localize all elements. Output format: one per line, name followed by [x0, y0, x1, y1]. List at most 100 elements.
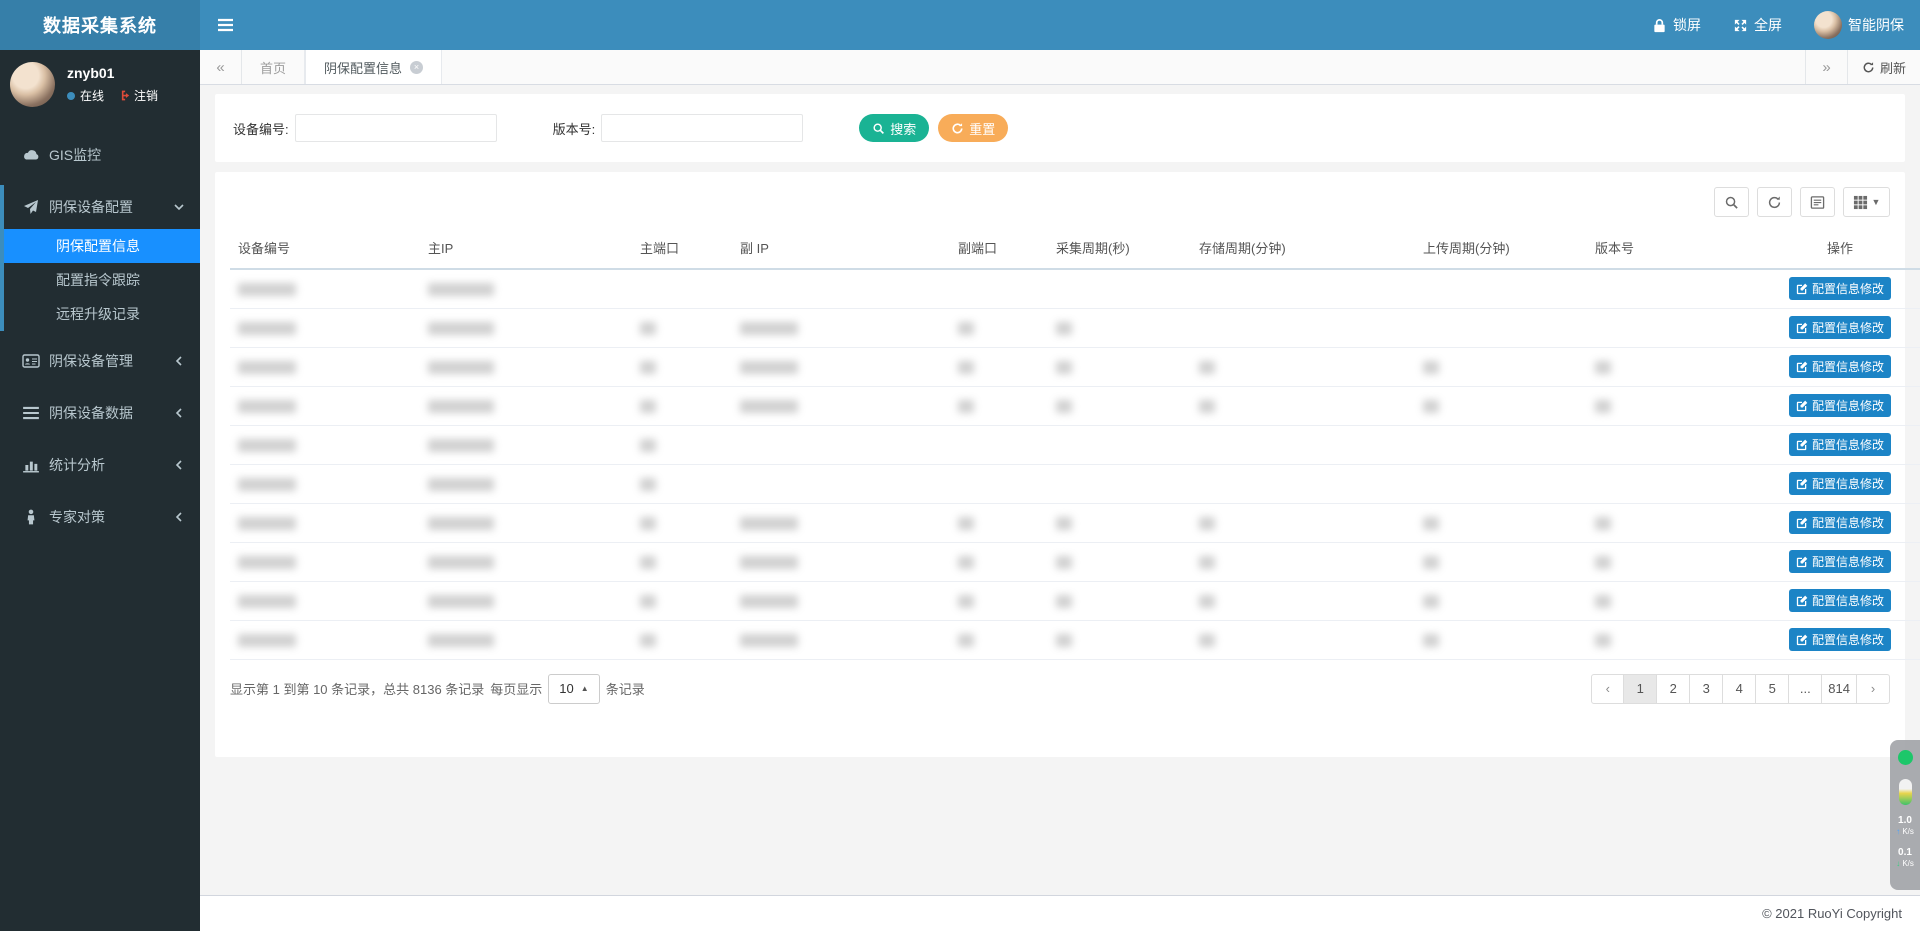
sidebar-toggle-button[interactable]: [200, 0, 250, 50]
toolbar-refresh-button[interactable]: [1757, 187, 1792, 217]
redacted-cell-value: [1056, 634, 1072, 647]
config-edit-button[interactable]: 配置信息修改: [1789, 472, 1891, 495]
tab-home[interactable]: 首页: [242, 50, 305, 84]
sidebar: 数据采集系统 znyb01 在线 注销 GIS监控: [0, 0, 200, 931]
redacted-cell-value: [238, 361, 296, 374]
page-footer: © 2021 RuoYi Copyright: [200, 895, 1920, 931]
chevron-left-icon: [173, 459, 185, 471]
chevron-down-icon: [173, 201, 185, 213]
user-avatar[interactable]: [10, 62, 55, 107]
sidebar-item-remote-upgrade[interactable]: 远程升级记录: [4, 297, 200, 331]
table-row: 配置信息修改: [230, 464, 1920, 503]
pagination-info: 显示第 1 到第 10 条记录，总共 8136 条记录: [230, 679, 484, 698]
pager-next-button[interactable]: ›: [1857, 674, 1890, 704]
logout-link[interactable]: 注销: [117, 87, 158, 104]
redacted-cell-value: [1199, 400, 1215, 413]
redacted-cell-value: [1423, 517, 1439, 530]
redacted-cell-value: [958, 361, 974, 374]
id-card-icon: [22, 353, 40, 369]
config-edit-button[interactable]: 配置信息修改: [1789, 511, 1891, 534]
toolbar-columns-button[interactable]: ▼: [1843, 187, 1890, 217]
redacted-cell-value: [238, 634, 296, 647]
redacted-cell-value: [238, 322, 296, 335]
sidebar-item-device-config[interactable]: 阴保设备配置: [4, 185, 200, 229]
config-edit-button[interactable]: 配置信息修改: [1789, 589, 1891, 612]
online-status-label: 在线: [80, 87, 104, 104]
sidebar-item-config-info[interactable]: 阴保配置信息: [4, 229, 200, 263]
sidebar-item-expert[interactable]: 专家对策: [0, 495, 200, 539]
config-edit-button[interactable]: 配置信息修改: [1789, 316, 1891, 339]
redacted-cell-value: [1595, 400, 1611, 413]
sidebar-item-statistics[interactable]: 统计分析: [0, 443, 200, 487]
person-icon: [22, 509, 40, 525]
device-number-input[interactable]: [295, 114, 497, 142]
app-logo[interactable]: 数据采集系统: [0, 0, 200, 50]
table-panel: ▼ 设备编号主IP主端口副 IP副端口采集周期(秒)存储周期(分钟)上传周期(分…: [215, 172, 1905, 757]
page-size-dropdown[interactable]: 10 ▲: [548, 674, 599, 704]
table-row: 配置信息修改: [230, 347, 1920, 386]
config-edit-button[interactable]: 配置信息修改: [1789, 628, 1891, 651]
table-row: 配置信息修改: [230, 620, 1920, 659]
user-menu[interactable]: 智能阴保: [1798, 0, 1920, 50]
redacted-cell-value: [1595, 634, 1611, 647]
pager-page-button[interactable]: 5: [1756, 674, 1789, 704]
hamburger-icon: [217, 18, 234, 32]
fullscreen-button[interactable]: 全屏: [1717, 0, 1798, 50]
version-input[interactable]: [601, 114, 803, 142]
config-edit-button[interactable]: 配置信息修改: [1789, 277, 1891, 300]
sidebar-item-device-data[interactable]: 阴保设备数据: [0, 391, 200, 435]
top-navbar: 锁屏 全屏 智能阴保: [200, 0, 1920, 50]
config-edit-button[interactable]: 配置信息修改: [1789, 394, 1891, 417]
tabs-scroll-right-button[interactable]: »: [1805, 50, 1847, 84]
config-edit-button[interactable]: 配置信息修改: [1789, 433, 1891, 456]
redacted-cell-value: [1199, 361, 1215, 374]
tab-refresh-button[interactable]: 刷新: [1847, 50, 1920, 84]
redacted-cell-value: [640, 517, 656, 530]
online-status-dot: [67, 92, 75, 100]
pager-page-button[interactable]: 4: [1723, 674, 1756, 704]
table-toolbar: ▼: [230, 187, 1890, 217]
lock-screen-button[interactable]: 锁屏: [1636, 0, 1717, 50]
navbar-username: 智能阴保: [1848, 15, 1904, 35]
list-icon: [22, 405, 40, 421]
refresh-icon: [1767, 195, 1782, 210]
pager-prev-button[interactable]: ‹: [1591, 674, 1624, 704]
net-speed-widget[interactable]: 1.0 ↑ K/s 0.1 ↓ K/s: [1890, 740, 1920, 890]
redacted-cell-value: [1056, 556, 1072, 569]
sidebar-item-device-mgmt[interactable]: 阴保设备管理: [0, 339, 200, 383]
column-header: 存储周期(分钟): [1191, 227, 1415, 269]
column-header: 主端口: [632, 227, 732, 269]
redacted-cell-value: [958, 322, 974, 335]
config-edit-button[interactable]: 配置信息修改: [1789, 550, 1891, 573]
refresh-icon: [1862, 61, 1875, 74]
redacted-cell-value: [1423, 634, 1439, 647]
pager: ‹12345...814›: [1591, 674, 1890, 704]
search-button[interactable]: 搜索: [859, 114, 929, 142]
redacted-cell-value: [740, 361, 798, 374]
table-header-row: 设备编号主IP主端口副 IP副端口采集周期(秒)存储周期(分钟)上传周期(分钟)…: [230, 227, 1920, 269]
redacted-cell-value: [740, 634, 798, 647]
table-row: 配置信息修改: [230, 308, 1920, 347]
column-header: 操作: [1760, 227, 1920, 269]
chevron-left-icon: [173, 355, 185, 367]
redacted-cell-value: [1595, 595, 1611, 608]
tab-close-icon[interactable]: ×: [410, 61, 423, 74]
pager-page-button[interactable]: 814: [1822, 674, 1857, 704]
pager-page-button[interactable]: 3: [1690, 674, 1723, 704]
tab-config-info[interactable]: 阴保配置信息 ×: [305, 50, 442, 84]
edit-icon: [1796, 283, 1808, 295]
column-header: 版本号: [1587, 227, 1760, 269]
pager-page-button[interactable]: 1: [1624, 674, 1657, 704]
pager-page-button[interactable]: 2: [1657, 674, 1690, 704]
reset-button[interactable]: 重置: [938, 114, 1008, 142]
toolbar-search-button[interactable]: [1714, 187, 1749, 217]
redacted-cell-value: [640, 361, 656, 374]
toolbar-detail-view-button[interactable]: [1800, 187, 1835, 217]
pager-ellipsis: ...: [1789, 674, 1822, 704]
redacted-cell-value: [958, 400, 974, 413]
config-edit-button[interactable]: 配置信息修改: [1789, 355, 1891, 378]
redacted-cell-value: [958, 634, 974, 647]
sidebar-item-command-trace[interactable]: 配置指令跟踪: [4, 263, 200, 297]
sidebar-item-gis[interactable]: GIS监控: [0, 133, 200, 177]
tabs-scroll-left-button[interactable]: «: [200, 50, 242, 84]
